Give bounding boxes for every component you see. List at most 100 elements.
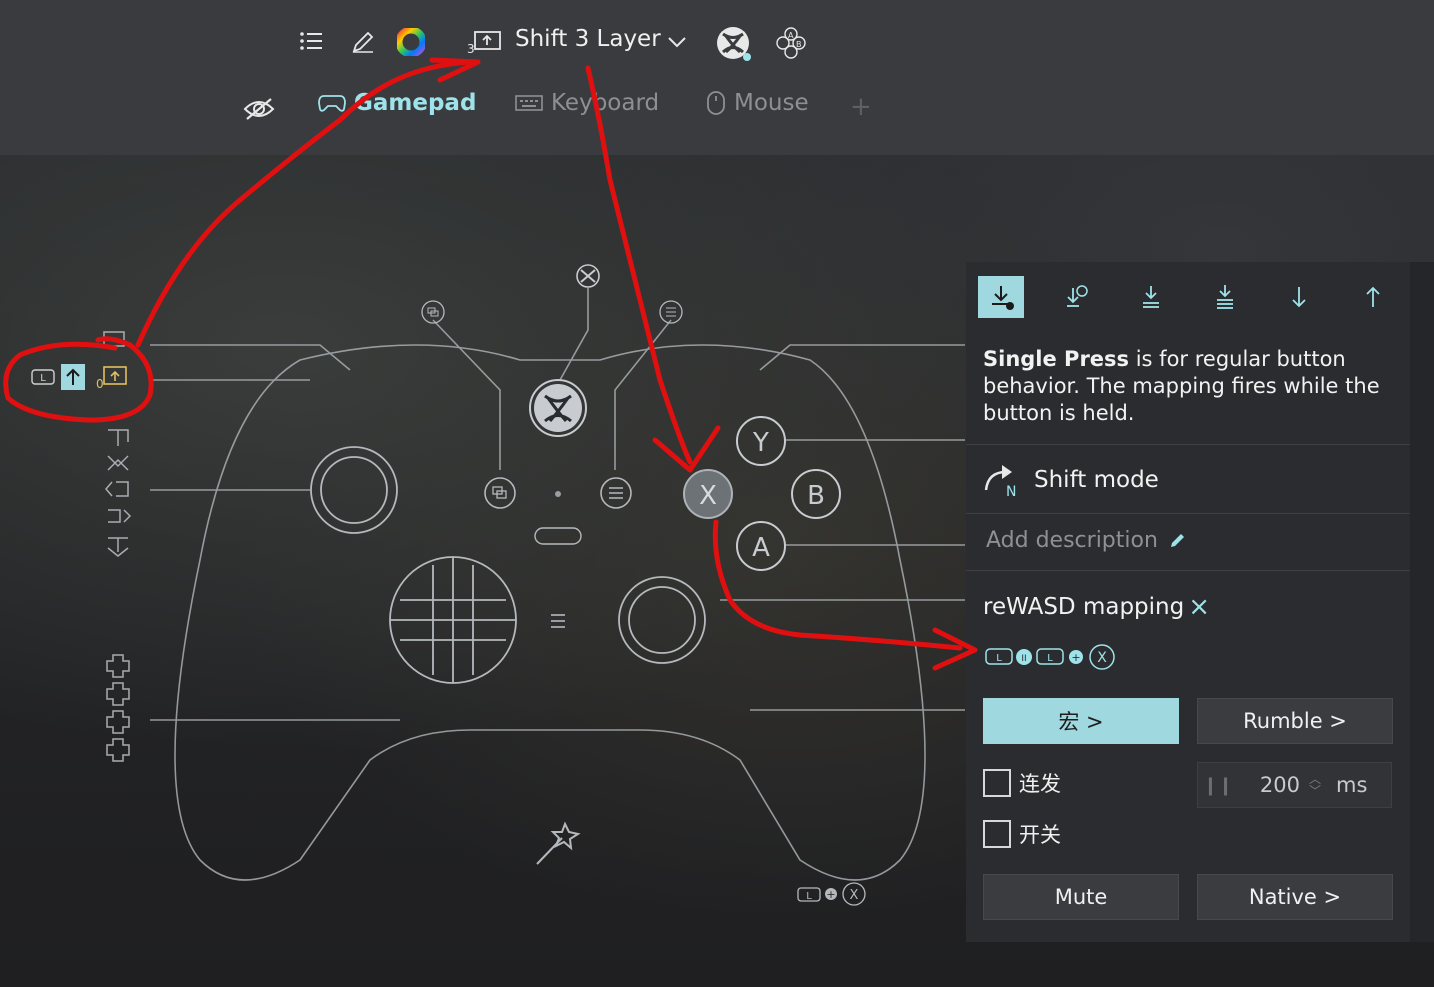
triple-press-icon xyxy=(1217,285,1233,309)
press-down-button[interactable] xyxy=(1276,276,1322,318)
stepper-arrows[interactable]: ︿ ﹀ xyxy=(1300,773,1330,797)
tab-keyboard-label: Keyboard xyxy=(551,90,660,116)
svg-text:Y: Y xyxy=(752,428,769,458)
mapping-panel: Single Press is for regular button behav… xyxy=(966,262,1410,942)
divider xyxy=(966,444,1410,445)
hide-icon[interactable] xyxy=(242,94,276,124)
tab-keyboard[interactable]: Keyboard xyxy=(515,90,659,116)
svg-text:+: + xyxy=(1071,651,1080,664)
menu-small-icon xyxy=(659,300,683,324)
xbox-icon[interactable] xyxy=(714,24,754,64)
interval-unit: ms xyxy=(1336,773,1368,797)
keyboard-icon xyxy=(515,95,543,111)
b-button[interactable]: B xyxy=(791,469,841,519)
native-button[interactable]: Native > xyxy=(1197,874,1393,920)
mute-button[interactable]: Mute xyxy=(983,874,1179,920)
svg-text:B: B xyxy=(796,40,802,49)
add-description-field[interactable]: Add description xyxy=(986,528,1186,553)
controller-diagram: Y X B A L + X L 0 xyxy=(31,264,965,906)
turbo-checkbox[interactable] xyxy=(983,769,1011,797)
svg-text:L: L xyxy=(996,653,1002,664)
divider xyxy=(966,570,1410,571)
x-button[interactable]: X xyxy=(683,469,733,519)
mapping-title-label: reWASD mapping xyxy=(983,594,1185,620)
svg-text:X: X xyxy=(1097,650,1107,666)
single-press-button[interactable] xyxy=(978,276,1024,318)
bottom-combo: L + X xyxy=(797,882,866,906)
svg-text:+: + xyxy=(826,888,835,901)
mouse-icon xyxy=(707,91,725,115)
long-press-icon xyxy=(1067,285,1088,307)
long-press-button[interactable] xyxy=(1053,276,1099,318)
press-description: Single Press is for regular button behav… xyxy=(983,346,1393,427)
shift-mode-label: Shift mode xyxy=(1034,467,1159,493)
chevron-down-icon[interactable]: ﹀ xyxy=(1309,785,1321,797)
right-edge-panel xyxy=(1410,262,1434,942)
tab-mouse[interactable]: Mouse xyxy=(706,90,809,116)
interval-stepper[interactable]: ❙❙ 200 ︿ ﹀ ms xyxy=(1197,762,1392,808)
turbo-label: 连发 xyxy=(1019,772,1061,796)
svg-text:L: L xyxy=(806,891,812,902)
svg-text:X: X xyxy=(699,481,717,511)
toggle-row[interactable]: 开关 xyxy=(983,819,1061,849)
side-icons-dpad xyxy=(106,654,130,762)
magic-wand-icon[interactable] xyxy=(536,821,581,865)
xbox-button[interactable] xyxy=(529,379,587,437)
view-small-icon xyxy=(421,300,445,324)
xbox-small-icon xyxy=(576,264,600,288)
y-button[interactable]: Y xyxy=(736,416,786,466)
add-tab-button[interactable]: + xyxy=(850,92,872,122)
press-description-bold: Single Press xyxy=(983,347,1130,371)
svg-text:A: A xyxy=(752,533,770,563)
double-press-icon xyxy=(1143,286,1159,308)
tab-gamepad-label: Gamepad xyxy=(354,90,477,116)
svg-text:3: 3 xyxy=(467,42,475,55)
svg-text:L: L xyxy=(1047,653,1053,664)
shift-mode-row[interactable]: N Shift mode xyxy=(982,462,1159,498)
top-bar: 3 Shift 3 Layer AB Gamepad Keyboard Mous… xyxy=(0,0,1434,155)
divider xyxy=(966,513,1410,514)
close-icon[interactable]: × xyxy=(1188,592,1210,622)
release-button[interactable] xyxy=(1350,276,1396,318)
svg-text:X: X xyxy=(850,888,859,903)
mapping-title: reWASD mapping × xyxy=(983,592,1210,622)
rumble-button[interactable]: Rumble > xyxy=(1197,698,1393,744)
mapping-combo[interactable]: L II L + X xyxy=(985,642,1125,672)
pause-icon: ❙❙ xyxy=(1202,774,1234,796)
gamepad-icon xyxy=(318,95,346,112)
arrow-down-icon xyxy=(1292,287,1306,308)
double-press-button[interactable] xyxy=(1128,276,1174,318)
tab-mouse-label: Mouse xyxy=(734,90,809,116)
abxy-icon[interactable]: AB xyxy=(774,26,808,60)
shift-mode-icon: N xyxy=(984,465,1016,498)
chevron-down-icon[interactable] xyxy=(665,32,689,52)
turbo-row[interactable]: 连发 xyxy=(983,768,1061,798)
svg-text:L: L xyxy=(40,373,46,384)
a-button[interactable]: A xyxy=(736,521,786,571)
toggle-checkbox[interactable] xyxy=(983,820,1011,848)
svg-text:A: A xyxy=(788,31,794,40)
combo-icons: L II L + X xyxy=(985,644,1115,670)
list-icon[interactable] xyxy=(298,28,324,54)
svg-text:0: 0 xyxy=(96,377,104,391)
interval-value[interactable]: 200 xyxy=(1238,773,1300,797)
add-description-label: Add description xyxy=(986,528,1158,553)
menu-button[interactable] xyxy=(600,477,632,509)
view-button[interactable] xyxy=(484,477,516,509)
pencil-icon xyxy=(1170,533,1184,547)
macro-button[interactable]: 宏 > xyxy=(983,698,1179,744)
layer-label[interactable]: Shift 3 Layer xyxy=(515,26,661,52)
toggle-label: 开关 xyxy=(1019,823,1061,847)
tab-gamepad[interactable]: Gamepad xyxy=(318,90,476,116)
svg-text:N: N xyxy=(1006,484,1016,498)
layer-icon[interactable]: 3 xyxy=(465,28,503,56)
svg-text:B: B xyxy=(807,481,825,511)
press-type-row xyxy=(978,276,1398,320)
side-shift-indicator[interactable]: L 0 xyxy=(31,364,127,391)
side-icons-stick xyxy=(103,331,132,557)
single-press-icon xyxy=(992,286,1014,310)
pencil-icon[interactable] xyxy=(349,28,377,56)
color-wheel-icon[interactable] xyxy=(396,27,426,57)
arrow-up-icon xyxy=(1366,286,1380,307)
triple-press-button[interactable] xyxy=(1202,276,1248,318)
